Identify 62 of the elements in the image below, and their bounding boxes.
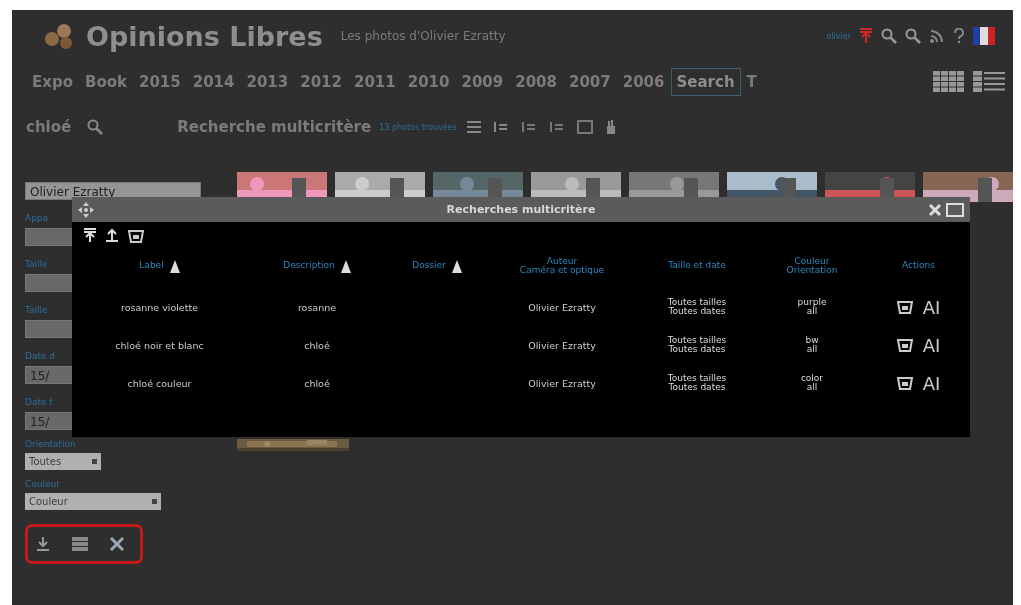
field-label: Orientation	[25, 439, 76, 449]
table-cell: Olivier Ezratty	[528, 301, 596, 313]
table-cell: color	[800, 374, 824, 383]
column-header[interactable]: Label	[139, 261, 164, 271]
table-cell: Olivier Ezratty	[528, 339, 596, 351]
nav-tab[interactable]: 2013	[240, 68, 295, 96]
dialog-title: Recherches multicritère	[446, 203, 596, 216]
table-cell: purple	[797, 298, 827, 307]
user-link[interactable]: olivier	[826, 31, 851, 41]
column-header: Actions	[902, 261, 935, 271]
select-field[interactable]: Toutes	[25, 453, 101, 470]
table-cell: chloé noir et blanc	[115, 339, 204, 351]
table-cell: all	[806, 383, 818, 392]
column-header: Couleur Orientation	[786, 256, 838, 276]
table-cell: Toutes dates	[668, 383, 726, 392]
results-count: 13 photos trouvées	[379, 122, 457, 132]
nav-tab[interactable]: 2009	[455, 68, 510, 96]
nav-tab[interactable]: 2006	[616, 68, 671, 96]
field-label: Date f	[25, 397, 53, 407]
table-cell: Toutes tailles	[667, 374, 727, 383]
nav-tab[interactable]: 2015	[133, 68, 187, 96]
table-cell: chloé	[304, 377, 330, 389]
table-cell: all	[806, 307, 818, 316]
field-label: Couleur	[25, 479, 60, 489]
site-title[interactable]: Opinions Libres	[86, 20, 323, 52]
table-cell: Toutes dates	[668, 307, 726, 316]
table-cell: rosanne violette	[120, 301, 198, 313]
field-label: Date d	[25, 351, 56, 361]
nav-tab[interactable]: Book	[78, 68, 133, 96]
search-query[interactable]: chloé	[26, 118, 72, 136]
table-cell: Toutes tailles	[667, 336, 727, 345]
field-label: Taille	[25, 259, 48, 269]
column-header: Taille et date	[668, 261, 726, 271]
table-cell: all	[806, 345, 818, 354]
results-title: Recherche multicritère	[177, 118, 372, 136]
action-button[interactable]: AI	[922, 372, 941, 394]
site-subtitle: Les photos d'Olivier Ezratty	[340, 29, 506, 43]
nav-tab[interactable]: 2008	[509, 68, 563, 96]
nav-tab[interactable]: Search	[670, 68, 741, 96]
column-header[interactable]: Description	[283, 261, 335, 271]
nav-tab[interactable]: T	[740, 68, 763, 96]
nav-tab[interactable]: 2011	[348, 68, 402, 96]
column-header: Auteur Caméra et optique	[519, 256, 605, 276]
field-label: Taille	[25, 305, 48, 315]
table-cell: rosanne	[297, 301, 337, 313]
nav-tab[interactable]: 2012	[294, 68, 348, 96]
nav-tab[interactable]: Expo	[26, 68, 79, 96]
table-cell: bw	[805, 336, 819, 345]
table-cell: Toutes dates	[668, 345, 726, 354]
action-button[interactable]: AI	[922, 334, 941, 356]
input-field[interactable]: Olivier Ezratty	[25, 182, 201, 200]
nav-tab[interactable]: 2014	[186, 68, 241, 96]
select-field[interactable]: Couleur	[25, 493, 161, 510]
nav-tab[interactable]: 2007	[563, 68, 617, 96]
column-header[interactable]: Dossier	[412, 261, 446, 271]
table-cell: chloé	[304, 339, 330, 351]
table-cell: chloé couleur	[127, 377, 192, 389]
field-label: Appa	[25, 213, 49, 223]
nav-tab[interactable]: 2010	[401, 68, 456, 96]
action-button[interactable]: AI	[922, 296, 941, 318]
table-cell: Toutes tailles	[667, 298, 727, 307]
table-cell: Olivier Ezratty	[528, 377, 596, 389]
